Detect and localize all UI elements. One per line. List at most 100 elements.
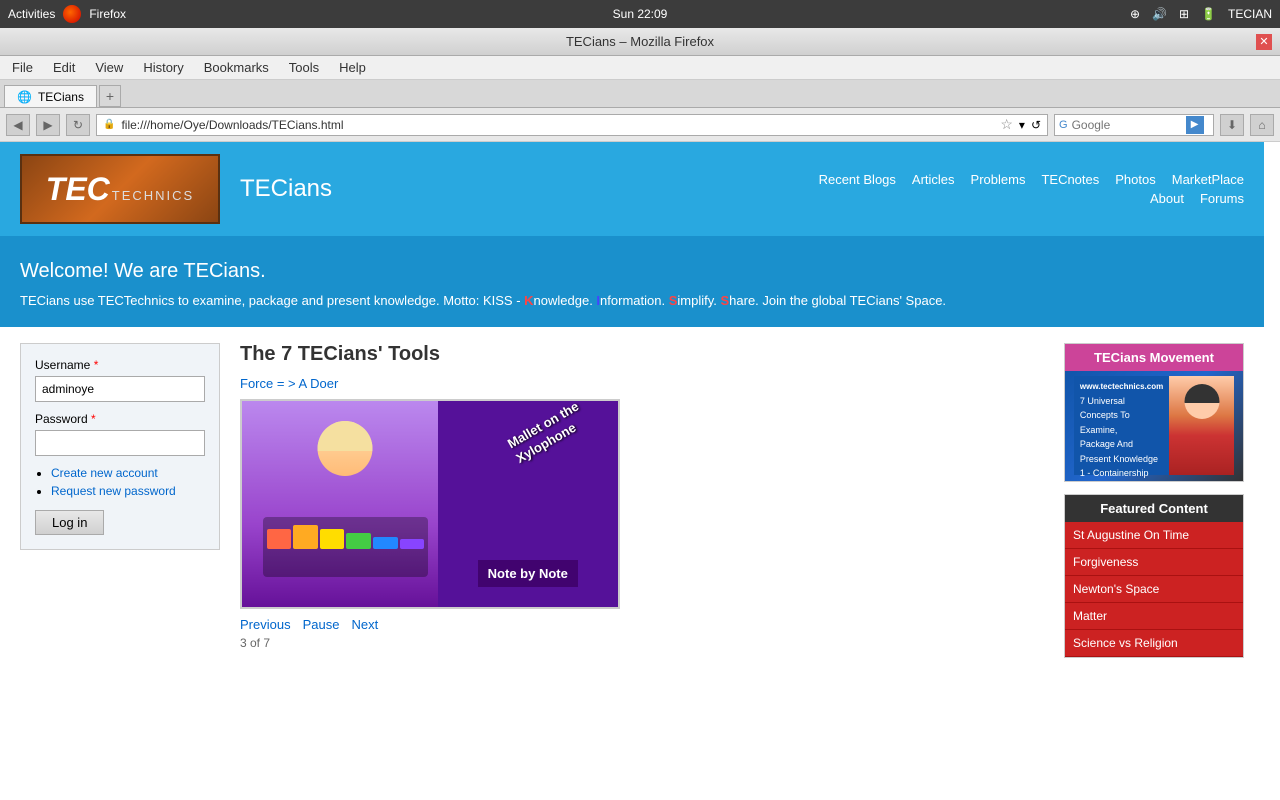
activities-label[interactable]: Activities <box>8 7 55 21</box>
reset-password-item: Request new password <box>51 484 205 498</box>
url-lock-icon: 🔒 <box>103 119 115 130</box>
pause-button[interactable]: Pause <box>303 617 340 632</box>
browser-label[interactable]: Firefox <box>89 7 126 21</box>
menu-view[interactable]: View <box>87 58 131 77</box>
site-navigation: Recent Blogs Articles Problems TECnotes … <box>819 172 1244 206</box>
login-links: Create new account Request new password <box>35 466 205 498</box>
site-header: TEC TECHNICS TECians Recent Blogs Articl… <box>0 142 1264 236</box>
movement-person-img <box>1169 376 1234 475</box>
username-label: Username * <box>35 358 205 372</box>
url-bar[interactable]: 🔒 file:///home/Oye/Downloads/TECians.htm… <box>96 114 1048 136</box>
tec-item-1: Package And Present Knowledge <box>1080 437 1163 466</box>
accessibility-icon: ⊕ <box>1130 7 1140 21</box>
os-clock: Sun 22:09 <box>613 7 668 21</box>
tab-tecians[interactable]: 🌐 TECians <box>4 85 97 107</box>
featured-item-0[interactable]: St Augustine On Time <box>1065 522 1243 549</box>
featured-title: Featured Content <box>1065 495 1243 522</box>
window-titlebar: TECians – Mozilla Firefox ✕ <box>0 28 1280 56</box>
blue-banner: Welcome! We are TECians. TECians use TEC… <box>0 236 1264 327</box>
featured-item-4[interactable]: Science vs Religion <box>1065 630 1243 657</box>
menu-edit[interactable]: Edit <box>45 58 83 77</box>
create-account-item: Create new account <box>51 466 205 480</box>
featured-item-1[interactable]: Forgiveness <box>1065 549 1243 576</box>
refresh-button[interactable]: ↻ <box>66 114 90 136</box>
google-icon: G <box>1059 119 1068 131</box>
nav-articles[interactable]: Articles <box>912 172 955 187</box>
banner-k: K <box>524 293 533 308</box>
search-submit-button[interactable]: ▶ <box>1186 116 1204 134</box>
next-button[interactable]: Next <box>351 617 378 632</box>
slide-counter: 3 of 7 <box>240 636 1044 650</box>
menu-help[interactable]: Help <box>331 58 374 77</box>
menu-tools[interactable]: Tools <box>281 58 327 77</box>
nav-marketplace[interactable]: MarketPlace <box>1172 172 1244 187</box>
slideshow: Mallet on the Xylophone Note by Note <box>240 399 620 609</box>
bookmark-star-icon[interactable]: ☆ <box>1000 116 1013 133</box>
banner-after: hare. Join the global TECians' Space. <box>729 293 946 308</box>
nav-photos[interactable]: Photos <box>1115 172 1155 187</box>
site-logo: TEC TECHNICS <box>20 154 220 224</box>
banner-description: TECians use TECTechnics to examine, pack… <box>20 291 1244 311</box>
home-button[interactable]: ⌂ <box>1250 114 1274 136</box>
tools-title: The 7 TECians' Tools <box>240 343 1044 366</box>
forward-button[interactable]: ▶ <box>36 114 60 136</box>
login-panel: Username * Password * Create new account… <box>20 343 220 550</box>
create-account-link[interactable]: Create new account <box>51 466 158 480</box>
window-title: TECians – Mozilla Firefox <box>566 34 714 49</box>
banner-s2: S <box>720 293 729 308</box>
prev-button[interactable]: Previous <box>240 617 291 632</box>
nav-forums[interactable]: Forums <box>1200 191 1244 206</box>
menu-file[interactable]: File <box>4 58 41 77</box>
url-dropdown-icon[interactable]: ▾ <box>1019 118 1025 132</box>
tab-bar: 🌐 TECians + <box>0 80 1280 108</box>
reset-password-link[interactable]: Request new password <box>51 484 176 498</box>
tab-label: TECians <box>38 90 84 104</box>
url-reload-icon[interactable]: ↺ <box>1031 118 1041 132</box>
featured-item-2[interactable]: Newton's Space <box>1065 576 1243 603</box>
new-tab-button[interactable]: + <box>99 85 121 107</box>
nav-row-2: About Forums <box>1150 191 1244 206</box>
force-link[interactable]: Force = > A Doer <box>240 376 1044 391</box>
movement-image: www.tectechnics.com 7 Universal Concepts… <box>1065 371 1243 481</box>
search-bar[interactable]: G ▶ <box>1054 114 1214 136</box>
slide-note-text: Note by Note <box>478 560 578 587</box>
url-text: file:///home/Oye/Downloads/TECians.html <box>121 118 994 132</box>
tec-concepts-list: www.tectechnics.com 7 Universal Concepts… <box>1074 376 1169 475</box>
menu-history[interactable]: History <box>135 58 191 77</box>
password-input[interactable] <box>35 430 205 456</box>
nav-recent-blogs[interactable]: Recent Blogs <box>819 172 896 187</box>
movement-img-inner: www.tectechnics.com 7 Universal Concepts… <box>1074 376 1234 475</box>
movement-title: TECians Movement <box>1065 344 1243 371</box>
nav-about[interactable]: About <box>1150 191 1184 206</box>
username-input[interactable] <box>35 376 205 402</box>
site-wrapper: TEC TECHNICS TECians Recent Blogs Articl… <box>0 142 1264 674</box>
password-required: * <box>91 412 96 426</box>
login-button[interactable]: Log in <box>35 510 104 535</box>
banner-mid3: implify. <box>677 293 720 308</box>
tab-favicon: 🌐 <box>17 90 32 104</box>
slide-image: Mallet on the Xylophone Note by Note <box>242 401 618 607</box>
nav-tecnotes[interactable]: TECnotes <box>1041 172 1099 187</box>
nav-row-1: Recent Blogs Articles Problems TECnotes … <box>819 172 1244 187</box>
nav-problems[interactable]: Problems <box>971 172 1026 187</box>
movement-panel: TECians Movement www.tectechnics.com 7 U… <box>1064 343 1244 482</box>
firefox-icon <box>63 5 81 23</box>
xylophone-text: Mallet on the Xylophone <box>505 399 591 468</box>
center-content: The 7 TECians' Tools Force = > A Doer <box>240 343 1044 658</box>
downloads-button[interactable]: ⬇ <box>1220 114 1244 136</box>
site-title: TECians <box>240 175 799 203</box>
battery-icon: 🔋 <box>1201 7 1216 21</box>
back-button[interactable]: ◀ <box>6 114 30 136</box>
logo-technics-text: TECHNICS <box>112 188 194 203</box>
window-close-button[interactable]: ✕ <box>1256 34 1272 50</box>
address-bar: ◀ ▶ ↻ 🔒 file:///home/Oye/Downloads/TECia… <box>0 108 1280 142</box>
tec-list: 7 Universal Concepts To Examine, Package… <box>1080 394 1163 481</box>
display-icon: ⊞ <box>1179 7 1189 21</box>
user-label: TECIAN <box>1228 7 1272 21</box>
menu-bookmarks[interactable]: Bookmarks <box>196 58 277 77</box>
search-input[interactable] <box>1072 118 1182 132</box>
tec-item-2: 1 - Containership <box>1080 466 1163 480</box>
featured-item-3[interactable]: Matter <box>1065 603 1243 630</box>
banner-mid2: nformation. <box>600 293 669 308</box>
os-bar: Activities Firefox Sun 22:09 ⊕ 🔊 ⊞ 🔋 TEC… <box>0 0 1280 28</box>
